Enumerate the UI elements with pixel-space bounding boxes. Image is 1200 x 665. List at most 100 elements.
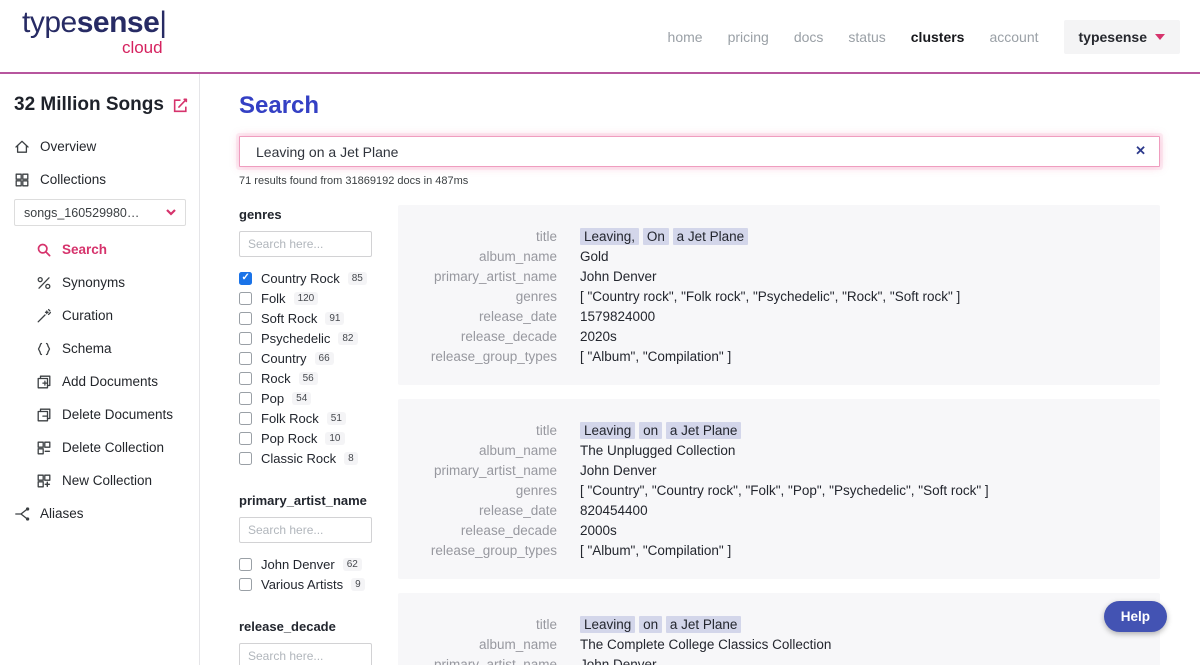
field-label: title xyxy=(398,615,580,635)
sidebar-item-delete-collection[interactable]: Delete Collection xyxy=(36,431,199,464)
field-value: [ "Album", "Compilation" ] xyxy=(580,541,1160,561)
result-field-row: primary_artist_nameJohn Denver xyxy=(398,655,1160,665)
facet-option-count: 9 xyxy=(351,578,365,591)
logo-cursor: | xyxy=(159,6,166,39)
facet-search-input[interactable] xyxy=(239,231,372,257)
facet-option-label: Folk xyxy=(261,291,286,306)
sidebar-item-synonyms[interactable]: Synonyms xyxy=(36,266,199,299)
sidebar-item-label: Delete Documents xyxy=(62,407,173,422)
sidebar-item-schema[interactable]: Schema xyxy=(36,332,199,365)
result-field-row: primary_artist_nameJohn Denver xyxy=(398,461,1160,481)
field-label: album_name xyxy=(398,635,580,655)
nav-item-home[interactable]: home xyxy=(668,29,703,45)
collection-select[interactable]: songs_160529980… xyxy=(14,199,186,226)
sidebar-item-add-documents[interactable]: Add Documents xyxy=(36,365,199,398)
field-label: genres xyxy=(398,287,580,307)
checkbox-icon[interactable] xyxy=(239,372,252,385)
nav-item-pricing[interactable]: pricing xyxy=(728,29,769,45)
field-value: 820454400 xyxy=(580,501,1160,521)
checkbox-icon[interactable] xyxy=(239,558,252,571)
account-dropdown[interactable]: typesense xyxy=(1064,20,1180,54)
field-value: 1579824000 xyxy=(580,307,1160,327)
sidebar-item-delete-documents[interactable]: Delete Documents xyxy=(36,398,199,431)
facet-title: primary_artist_name xyxy=(239,493,372,508)
nav-item-status[interactable]: status xyxy=(848,29,885,45)
sidebar-item-label: Overview xyxy=(40,139,96,154)
field-label: release_date xyxy=(398,307,580,327)
facet-option-count: 51 xyxy=(327,412,346,425)
facet-search-input[interactable] xyxy=(239,643,372,665)
facet-option[interactable]: Rock56 xyxy=(239,368,372,388)
result-field-row: release_date820454400 xyxy=(398,501,1160,521)
facet-option[interactable]: John Denver62 xyxy=(239,554,372,574)
highlighted-match: Leaving, xyxy=(580,228,639,245)
account-dropdown-label: typesense xyxy=(1079,29,1147,45)
facet-option[interactable]: Folk Rock51 xyxy=(239,408,372,428)
sidebar-item-overview[interactable]: Overview xyxy=(14,130,199,163)
sidebar-item-aliases[interactable]: Aliases xyxy=(14,497,199,530)
help-button[interactable]: Help xyxy=(1104,601,1167,632)
field-label: release_group_types xyxy=(398,541,580,561)
facet-search-input[interactable] xyxy=(239,517,372,543)
field-label: title xyxy=(398,421,580,441)
aliases-icon xyxy=(14,506,30,522)
logo-cloud-label: cloud xyxy=(22,39,167,56)
checkbox-icon[interactable] xyxy=(239,432,252,445)
nav-item-account[interactable]: account xyxy=(989,29,1038,45)
checkbox-icon[interactable] xyxy=(239,412,252,425)
facet-option[interactable]: Folk120 xyxy=(239,288,372,308)
result-field-row: genres[ "Country rock", "Folk rock", "Ps… xyxy=(398,287,1160,307)
typesense-logo[interactable]: typesense| cloud xyxy=(22,8,167,56)
facet-option-count: 10 xyxy=(325,432,344,445)
checkbox-icon[interactable] xyxy=(239,332,252,345)
field-value: Leaving, On a Jet Plane xyxy=(580,227,1160,247)
result-field-row: titleLeaving on a Jet Plane xyxy=(398,615,1160,635)
checkbox-icon[interactable] xyxy=(239,292,252,305)
result-card: titleLeaving on a Jet Planealbum_nameThe… xyxy=(398,593,1160,665)
facet-title: genres xyxy=(239,207,372,222)
sidebar-item-label: Delete Collection xyxy=(62,440,164,455)
checkbox-icon[interactable] xyxy=(239,312,252,325)
facet-option-label: Pop xyxy=(261,391,284,406)
edit-icon[interactable] xyxy=(172,97,189,114)
result-field-row: release_date1579824000 xyxy=(398,307,1160,327)
result-field-row: album_nameThe Unplugged Collection xyxy=(398,441,1160,461)
facet-option[interactable]: Country Rock85 xyxy=(239,268,372,288)
highlighted-match: On xyxy=(643,228,669,245)
field-label: primary_artist_name xyxy=(398,655,580,665)
cluster-title: 32 Million Songs xyxy=(14,94,164,116)
facet-option[interactable]: Psychedelic82 xyxy=(239,328,372,348)
facet-option[interactable]: Classic Rock8 xyxy=(239,448,372,468)
facet-option-count: 8 xyxy=(344,452,358,465)
checkbox-icon[interactable] xyxy=(239,452,252,465)
nav-item-clusters[interactable]: clusters xyxy=(911,29,965,45)
field-value: Leaving on a Jet Plane xyxy=(580,421,1160,441)
facet-option[interactable]: Pop Rock10 xyxy=(239,428,372,448)
sidebar-item-curation[interactable]: Curation xyxy=(36,299,199,332)
new-collection-icon xyxy=(36,473,52,489)
highlighted-match: a Jet Plane xyxy=(673,228,749,245)
checkbox-icon[interactable] xyxy=(239,578,252,591)
facet-option[interactable]: Various Artists9 xyxy=(239,574,372,594)
checkbox-icon[interactable] xyxy=(239,272,252,285)
field-value: [ "Country rock", "Folk rock", "Psychede… xyxy=(580,287,1160,307)
field-value: John Denver xyxy=(580,267,1160,287)
sidebar-item-search[interactable]: Search xyxy=(36,233,199,266)
field-value: The Complete College Classics Collection xyxy=(580,635,1160,655)
facet-option[interactable]: Country66 xyxy=(239,348,372,368)
field-value: The Unplugged Collection xyxy=(580,441,1160,461)
sidebar-item-new-collection[interactable]: New Collection xyxy=(36,464,199,497)
nav-item-docs[interactable]: docs xyxy=(794,29,824,45)
result-card: titleLeaving on a Jet Planealbum_nameThe… xyxy=(398,399,1160,579)
checkbox-icon[interactable] xyxy=(239,352,252,365)
facet-option-label: Soft Rock xyxy=(261,311,317,326)
search-input[interactable] xyxy=(239,136,1160,167)
facet-option[interactable]: Pop54 xyxy=(239,388,372,408)
clear-search-icon[interactable]: ✕ xyxy=(1135,143,1146,159)
field-value: 2000s xyxy=(580,521,1160,541)
facet-option[interactable]: Soft Rock91 xyxy=(239,308,372,328)
facet-option-count: 56 xyxy=(299,372,318,385)
sidebar-item-collections[interactable]: Collections xyxy=(14,163,199,196)
checkbox-icon[interactable] xyxy=(239,392,252,405)
page-title: Search xyxy=(239,92,1160,120)
